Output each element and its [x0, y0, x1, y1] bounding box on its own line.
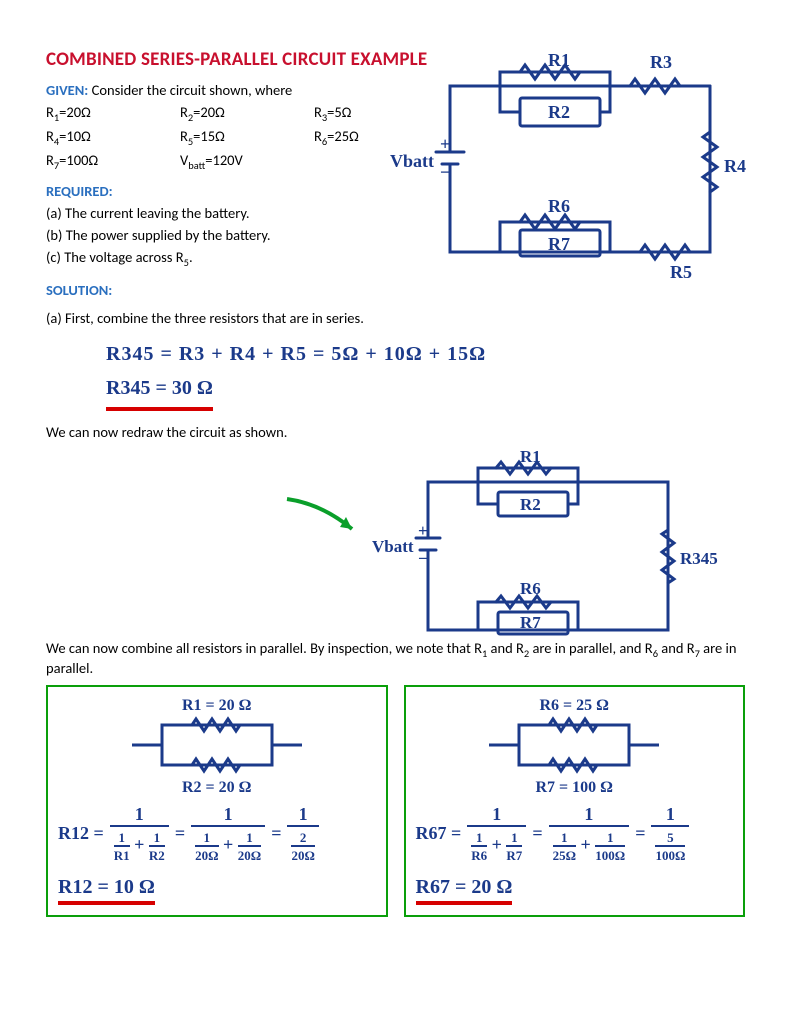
svg-text:Vbatt: Vbatt: [372, 537, 414, 556]
equation-r345: R345 = R3 + R4 + R5 = 5Ω + 10Ω + 15Ω R34…: [106, 337, 745, 411]
svg-text:R345: R345: [680, 549, 718, 568]
svg-text:R3: R3: [650, 52, 672, 72]
svg-text:R7: R7: [548, 234, 570, 254]
page-title: COMBINED SERIES-PARALLEL CIRCUIT EXAMPLE: [46, 48, 745, 71]
vbatt-val: Vbatt=120V: [180, 151, 250, 172]
svg-text:R1: R1: [520, 447, 541, 466]
r12-box: R1 = 20 Ω R2 = 20 Ω R12 = 1 1R1 + 1R2 = …: [46, 685, 388, 917]
r3-val: R3=5Ω: [314, 103, 384, 124]
svg-text:R5: R5: [670, 262, 692, 282]
r6-val: R6=25Ω: [314, 127, 384, 148]
vbatt-label: Vbatt: [390, 151, 434, 171]
svg-text:R1: R1: [548, 50, 570, 70]
r2-val: R2=20Ω: [180, 103, 250, 124]
arrow-icon: [282, 494, 372, 548]
r67-box: R6 = 25 Ω R7 = 100 Ω R67 = 1 1R6 + 1R7 =…: [404, 685, 746, 917]
svg-text:R7: R7: [520, 613, 541, 632]
svg-text:+: +: [418, 521, 428, 540]
svg-text:−: −: [418, 549, 428, 568]
r4-val: R4=10Ω: [46, 127, 116, 148]
svg-text:R2: R2: [548, 102, 570, 122]
redraw-text: We can now redraw the circuit as shown.: [46, 423, 745, 441]
svg-text:R6: R6: [520, 579, 541, 598]
svg-text:R6: R6: [548, 196, 570, 216]
r5-val: R5=15Ω: [180, 127, 250, 148]
r1-val: R1=20Ω: [46, 103, 116, 124]
solution-label: SOLUTION:: [46, 281, 745, 299]
svg-text:R2: R2: [520, 495, 541, 514]
svg-text:−: −: [440, 162, 450, 182]
r7-val: R7=100Ω: [46, 151, 116, 172]
sol-a-intro: (a) First, combine the three resistors t…: [46, 309, 745, 327]
circuit-diagram-original: Vbatt +− R1 R2 R3 R4 R5 R6 R7: [380, 72, 750, 276]
svg-text:+: +: [440, 134, 450, 154]
circuit-diagram-redrawn: Vbatt +− R1 R2 R345 R6 R7: [368, 470, 708, 654]
svg-text:R4: R4: [724, 156, 746, 176]
